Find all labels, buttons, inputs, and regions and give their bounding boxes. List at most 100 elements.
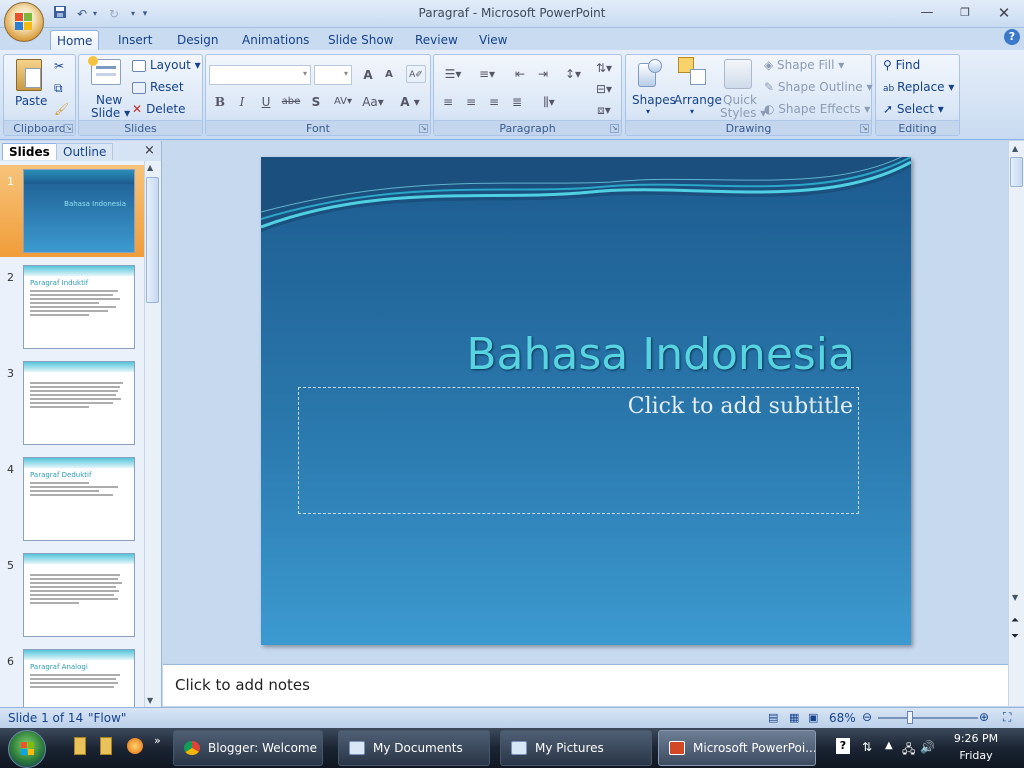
thumbnail-row-1[interactable]: 1 Bahasa Indonesia (0, 165, 144, 257)
shapes-icon[interactable] (638, 59, 664, 89)
volume-tray-icon[interactable]: 🔊 (920, 740, 935, 754)
help-tray-icon[interactable]: ? (836, 738, 850, 754)
reset-button[interactable]: Reset (132, 80, 184, 94)
shapes-dropdown-icon[interactable]: ▾ (646, 107, 650, 116)
slide-title[interactable]: Bahasa Indonesia (466, 329, 855, 380)
change-case-button[interactable]: Aa▾ (360, 92, 386, 110)
quick-styles-label-1[interactable]: Quick (723, 93, 757, 107)
scroll-down-icon[interactable]: ▼ (147, 696, 153, 705)
font-launcher-icon[interactable]: ↘ (419, 124, 428, 133)
find-button[interactable]: ⚲ Find (883, 58, 920, 72)
zoom-slider-thumb[interactable] (907, 711, 914, 724)
taskbar-button-documents[interactable]: My Documents (338, 730, 490, 766)
shape-fill-button[interactable]: ◈ Shape Fill ▾ (764, 58, 844, 72)
taskbar-button-blogger[interactable]: Blogger: Welcome ... (173, 730, 323, 766)
new-slide-button[interactable]: Slide ▾ (91, 106, 130, 120)
shapes-button[interactable]: Shapes (632, 93, 676, 107)
shape-effects-button[interactable]: ◐ Shape Effects ▾ (764, 102, 870, 116)
office-button[interactable] (4, 2, 44, 42)
replace-button[interactable]: ab Replace ▾ (883, 80, 954, 94)
new-slide-label-1[interactable]: New (96, 93, 122, 107)
close-icon[interactable]: ✕ (993, 4, 1015, 22)
quick-styles-button[interactable]: Styles ▾ (720, 106, 766, 120)
subtitle-placeholder[interactable]: Click to add subtitle (298, 387, 859, 514)
italic-button[interactable]: I (232, 92, 252, 110)
quicklaunch-firefox-icon[interactable] (127, 738, 143, 754)
previous-slide-icon[interactable]: ⏶ (1011, 615, 1019, 626)
justify-icon[interactable]: ≣ (507, 92, 527, 110)
scroll-up-icon[interactable]: ▲ (147, 163, 153, 172)
thumbnail-row-6[interactable]: 6 Paragraf Analogi (0, 645, 144, 707)
close-panel-icon[interactable]: × (144, 143, 155, 158)
tab-view[interactable]: View (473, 30, 513, 50)
quick-styles-icon[interactable] (724, 59, 752, 89)
scroll-down-icon[interactable]: ▼ (1012, 593, 1018, 602)
minimize-icon[interactable]: — (916, 4, 938, 22)
arrange-button[interactable]: Arrange (674, 93, 722, 107)
cut-icon[interactable]: ✂ (54, 59, 64, 73)
new-slide-icon[interactable] (88, 56, 121, 85)
font-name-combo[interactable]: ▾ (209, 65, 311, 85)
scrollbar-thumb[interactable] (1010, 157, 1023, 187)
scroll-up-icon[interactable]: ▲ (1012, 144, 1018, 153)
text-direction-icon[interactable]: ⇅▾ (590, 58, 618, 76)
delete-button[interactable]: ✕ Delete (132, 102, 186, 116)
next-slide-icon[interactable]: ⏷ (1011, 631, 1019, 642)
tab-home[interactable]: Home (50, 30, 99, 50)
thumbnail-row-5[interactable]: 5 (0, 549, 144, 641)
tab-animations[interactable]: Animations (236, 30, 315, 50)
zoom-slider-track[interactable] (878, 717, 978, 719)
notes-pane[interactable]: Click to add notes (163, 664, 1008, 706)
taskbar-button-pictures[interactable]: My Pictures (500, 730, 652, 766)
thumbnail-row-3[interactable]: 3 (0, 357, 144, 449)
shrink-font-button[interactable]: A (379, 65, 399, 83)
scrollbar-thumb[interactable] (146, 177, 159, 303)
decrease-indent-icon[interactable]: ⇤ (510, 64, 530, 82)
strikethrough-button[interactable]: abe (279, 92, 303, 110)
underline-button[interactable]: U (256, 92, 276, 110)
line-spacing-icon[interactable]: ↕▾ (558, 64, 588, 82)
quicklaunch-more-icon[interactable]: » (154, 734, 161, 747)
slide-show-icon[interactable]: ▣ (808, 711, 818, 724)
align-left-icon[interactable]: ≡ (438, 92, 458, 110)
increase-indent-icon[interactable]: ⇥ (533, 64, 553, 82)
font-color-button[interactable]: A ▾ (395, 92, 425, 110)
numbering-icon[interactable]: ≡▾ (472, 64, 502, 82)
current-slide[interactable]: Bahasa Indonesia Click to add subtitle (261, 157, 911, 645)
clipboard-launcher-icon[interactable]: ↘ (64, 124, 73, 133)
tab-outline[interactable]: Outline (56, 143, 114, 160)
help-icon[interactable]: ? (1004, 29, 1020, 45)
align-right-icon[interactable]: ≡ (484, 92, 504, 110)
copy-icon[interactable]: ⧉ (54, 81, 63, 96)
fit-slide-icon[interactable]: ⛶ (1003, 710, 1011, 725)
align-text-icon[interactable]: ⊟▾ (590, 79, 618, 97)
taskbar-button-powerpoint[interactable]: Microsoft PowerPoi... (658, 730, 816, 766)
paste-icon[interactable] (16, 59, 42, 91)
tab-slide-show[interactable]: Slide Show (322, 30, 399, 50)
tab-insert[interactable]: Insert (112, 30, 158, 50)
zoom-in-icon[interactable]: ⊕ (979, 710, 989, 724)
quicklaunch-folder-icon[interactable] (100, 737, 112, 755)
language-tray-icon[interactable]: ⇅ (862, 740, 872, 754)
arrange-icon[interactable] (678, 57, 708, 89)
slide-sorter-icon[interactable]: ▦ (789, 711, 799, 724)
columns-icon[interactable]: ⫼▾ (534, 92, 564, 110)
arrange-dropdown-icon[interactable]: ▾ (690, 107, 694, 116)
zoom-out-icon[interactable]: ⊖ (862, 710, 872, 724)
thumbnail-scrollbar[interactable]: ▲ ▼ (144, 161, 161, 707)
smartart-icon[interactable]: ⧈▾ (590, 100, 618, 118)
bullets-icon[interactable]: ☰▾ (438, 64, 468, 82)
bold-button[interactable]: B (210, 92, 230, 110)
paragraph-launcher-icon[interactable]: ↘ (610, 124, 619, 133)
clear-formatting-icon[interactable]: A✐ (406, 65, 426, 83)
start-button[interactable] (8, 730, 46, 768)
select-button[interactable]: ➚ Select ▾ (883, 102, 944, 116)
drawing-launcher-icon[interactable]: ↘ (860, 124, 869, 133)
font-size-combo[interactable]: ▾ (314, 65, 352, 85)
paste-button[interactable]: Paste (15, 94, 47, 108)
tab-slides[interactable]: Slides (2, 143, 57, 160)
format-painter-icon[interactable]: 🖌 (54, 102, 69, 116)
quicklaunch-folder-icon[interactable] (74, 737, 86, 755)
clock[interactable]: 9:26 PM Friday (940, 730, 1012, 766)
zoom-level[interactable]: 68% (829, 711, 856, 725)
